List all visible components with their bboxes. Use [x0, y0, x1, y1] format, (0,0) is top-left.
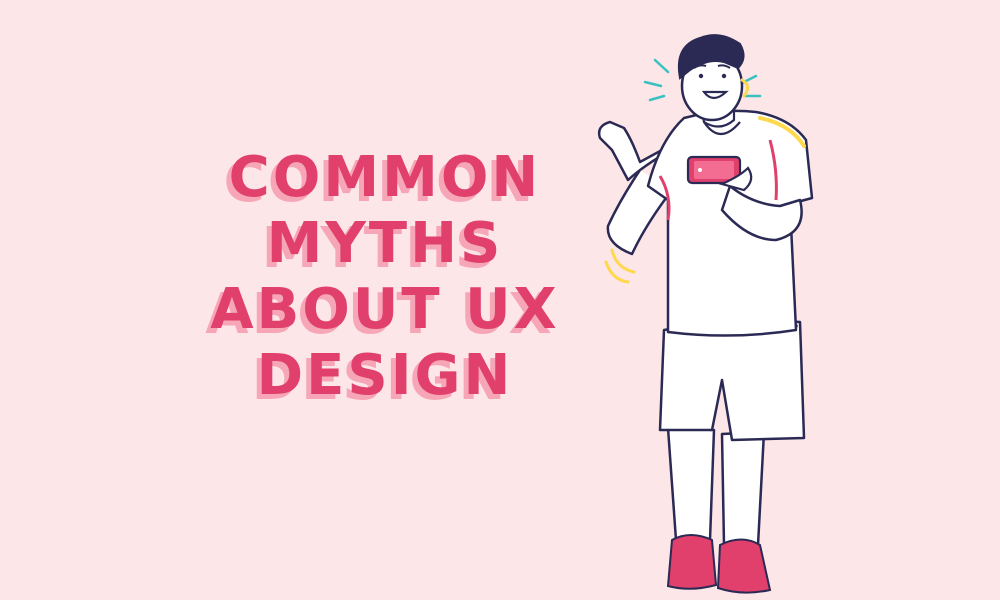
headline: COMMON MYTHS ABOUT UX DESIGN	[190, 145, 580, 409]
shorts	[658, 319, 806, 442]
motion-lines-icon	[604, 248, 636, 284]
shoes	[666, 534, 772, 594]
head	[678, 34, 749, 122]
headline-line-2: MYTHS	[266, 211, 504, 276]
poster-canvas: COMMON MYTHS ABOUT UX DESIGN	[0, 0, 1000, 600]
man-holding-phone-illustration	[597, 34, 814, 594]
headline-line-4: DESIGN	[256, 343, 514, 408]
legs	[666, 426, 766, 547]
headline-line-1: COMMON	[228, 145, 542, 210]
headline-line-3: ABOUT UX	[210, 277, 560, 342]
